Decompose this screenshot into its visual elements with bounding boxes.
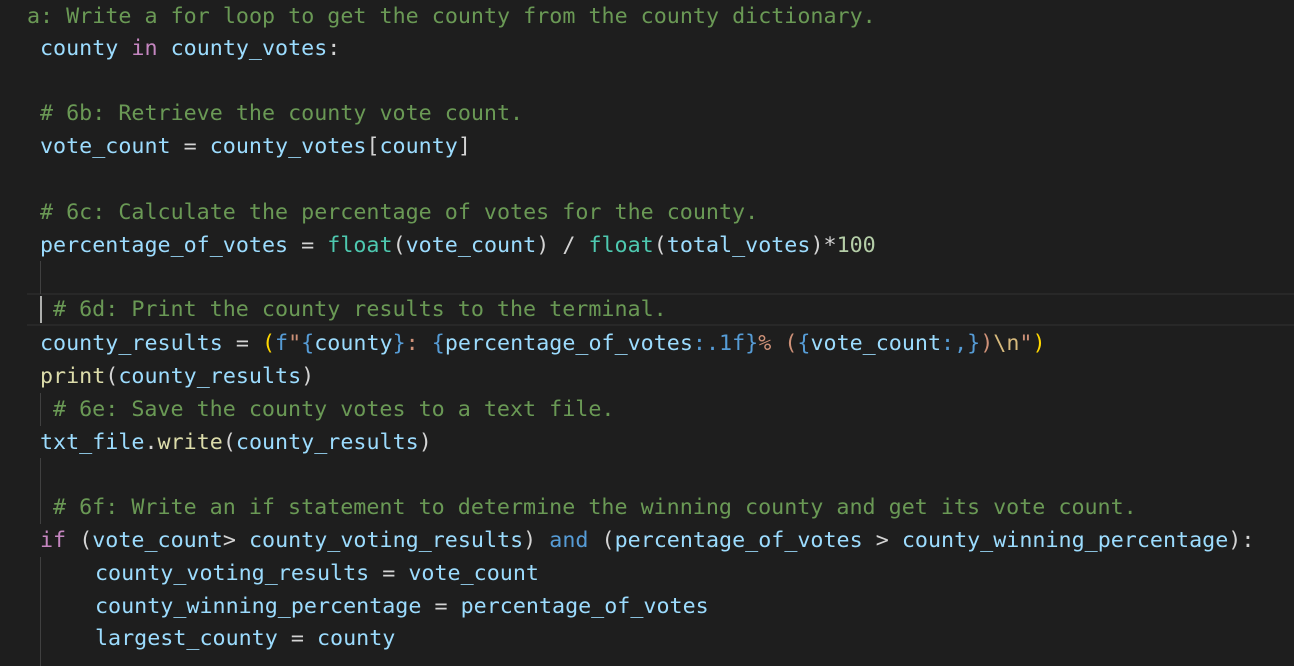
variable: county_results (40, 331, 223, 356)
builtin-float: float (588, 233, 654, 258)
operator: = (288, 233, 328, 258)
variable: county_voting_results (248, 528, 524, 553)
code-line-8[interactable]: percentage_of_votes = float(vote_count) … (40, 229, 1294, 262)
variable: txt_file (40, 430, 145, 455)
code-line-17[interactable]: if (vote_count> county_voting_results) a… (40, 524, 1294, 557)
placeholder: vote_count (810, 331, 942, 356)
comment: # 6e: Save the county votes to a text fi… (53, 397, 615, 422)
indent-guide (40, 261, 41, 294)
operator: / (549, 233, 589, 258)
format-spec: :.1f (692, 331, 746, 356)
operator: > (222, 528, 249, 553)
keyword-if: if (40, 528, 67, 553)
comment: # 6c: Calculate the percentage of votes … (40, 200, 759, 225)
variable: county (316, 626, 396, 651)
indent-guide (40, 393, 41, 426)
variable: county_winning_percentage (901, 528, 1229, 553)
operator: = (277, 626, 317, 651)
string-literal: ) (980, 331, 994, 356)
placeholder: county (314, 331, 393, 356)
bracket: [ (366, 134, 380, 159)
operator: > (862, 528, 902, 553)
method-write: write (157, 430, 223, 455)
variable: county_results (118, 364, 302, 389)
string-literal: : (405, 331, 432, 356)
comment: # 6d: Print the county results to the te… (53, 297, 667, 322)
code-line-5[interactable]: vote_count = county_votes[county] (40, 130, 1294, 163)
indent-guide (40, 491, 41, 524)
code-line-2[interactable]: county in county_votes: (40, 32, 1294, 65)
code-line-10[interactable]: # 6d: Print the county results to the te… (53, 293, 1294, 326)
loop-variable: county (40, 36, 119, 61)
comment: # 6b: Retrieve the county vote count. (40, 101, 524, 126)
keyword-in: in (131, 36, 158, 61)
bracket: ] (457, 134, 471, 159)
code-line-7[interactable]: # 6c: Calculate the percentage of votes … (40, 196, 1294, 229)
keyword-and: and (549, 528, 589, 553)
paren: ( (261, 331, 276, 356)
operator: = (421, 594, 461, 619)
operator: * (823, 233, 837, 258)
code-line-20[interactable]: largest_county = county (95, 622, 1294, 655)
code-line-4[interactable]: # 6b: Retrieve the county vote count. (40, 97, 1294, 130)
code-line-12[interactable]: print(county_results) (40, 360, 1294, 393)
variable: total_votes (666, 233, 811, 258)
code-line-1[interactable]: a: Write a for loop to get the county fr… (27, 0, 1294, 33)
variable: county_votes (209, 134, 367, 159)
colon: : (327, 36, 341, 61)
code-line-11[interactable]: county_results = (f"{county}: {percentag… (40, 327, 1294, 360)
variable: largest_county (95, 626, 278, 651)
string-quote: " (1019, 331, 1033, 356)
placeholder: percentage_of_votes (444, 331, 693, 356)
string-quote: " (288, 331, 302, 356)
dot: . (144, 430, 158, 455)
variable: vote_count (40, 134, 171, 159)
variable: county (379, 134, 458, 159)
variable: vote_count (405, 233, 537, 258)
code-line-13[interactable]: # 6e: Save the county votes to a text fi… (53, 393, 1294, 426)
code-line-18[interactable]: county_voting_results = vote_count (95, 557, 1294, 590)
variable: percentage_of_votes (40, 233, 289, 258)
paren: ) (1032, 331, 1046, 356)
code-editor[interactable]: a: Write a for loop to get the county fr… (0, 0, 1294, 666)
variable: vote_count (92, 528, 223, 553)
operator: = (222, 331, 262, 356)
operator: = (369, 561, 409, 586)
function-print: print (40, 364, 106, 389)
indent-guide (40, 557, 41, 666)
comment: a: Write a for loop to get the county fr… (27, 4, 876, 29)
fstring-prefix: f (275, 331, 289, 356)
code-line-19[interactable]: county_winning_percentage = percentage_o… (95, 590, 1294, 623)
variable: county_results (235, 430, 419, 455)
variable: county_voting_results (95, 561, 370, 586)
variable: percentage_of_votes (614, 528, 863, 553)
string-literal: % ( (758, 331, 798, 356)
text-cursor (40, 296, 42, 323)
variable: vote_count (408, 561, 539, 586)
variable: percentage_of_votes (460, 594, 709, 619)
builtin-float: float (327, 233, 393, 258)
comment: # 6f: Write an if statement to determine… (53, 495, 1137, 520)
escape-sequence: \n (993, 331, 1020, 356)
operator: = (170, 134, 210, 159)
code-line-16[interactable]: # 6f: Write an if statement to determine… (53, 491, 1294, 524)
indent-guide (40, 458, 41, 491)
number: 100 (836, 233, 876, 258)
iterable: county_votes (170, 36, 328, 61)
variable: county_winning_percentage (95, 594, 422, 619)
code-line-14[interactable]: txt_file.write(county_results) (40, 426, 1294, 459)
colon: : (1241, 528, 1255, 553)
format-spec: :, (941, 331, 968, 356)
